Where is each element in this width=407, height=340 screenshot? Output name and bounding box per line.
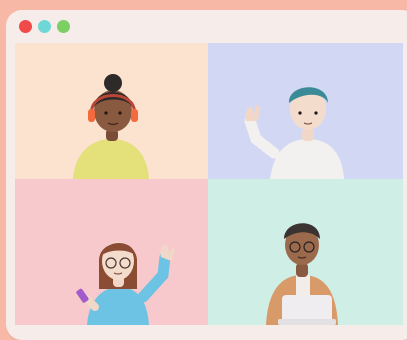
title-bar [6,10,407,43]
video-call-window [6,10,407,340]
video-tile-4[interactable] [208,179,403,325]
close-icon[interactable] [19,20,32,33]
maximize-icon[interactable] [57,20,70,33]
participant-woman-glasses-avatar [76,242,175,325]
video-tile-1[interactable] [15,43,208,179]
participant-man-laptop-avatar [266,223,338,325]
participant-woman-headphones-avatar [73,74,149,179]
participant-man-waving-avatar [244,87,344,179]
minimize-icon[interactable] [38,20,51,33]
video-tile-2[interactable] [208,43,403,179]
video-tile-3[interactable] [15,179,208,325]
